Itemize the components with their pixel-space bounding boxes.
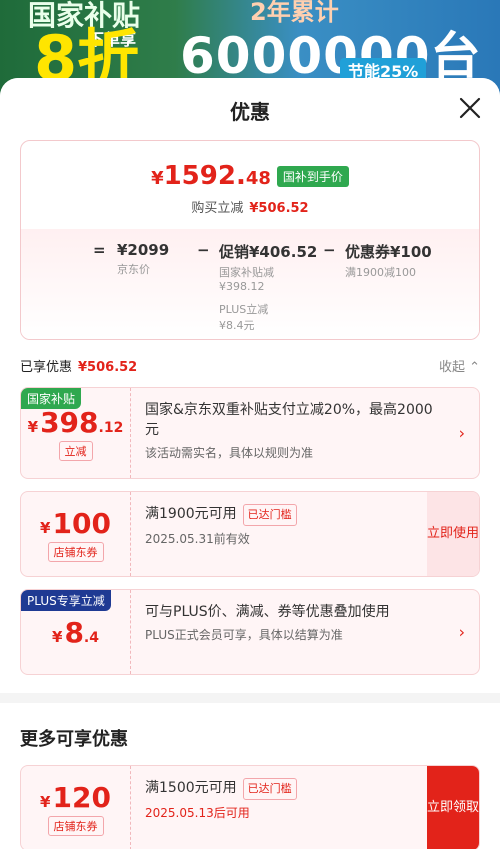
- coupon-type: 店铺东券: [47, 541, 104, 562]
- coupon-cur: ¥: [27, 417, 39, 436]
- coupon-store-100[interactable]: ¥100 店铺东券 满1900元可用 已达门槛 2025.05.31前有效 立即使…: [20, 491, 480, 577]
- promo-sub1: 国家补贴减: [219, 266, 274, 279]
- coupon-value: ¥8.4: [52, 616, 99, 649]
- base-price-col: ¥2099 京东价: [117, 241, 169, 277]
- price-card: ¥1592.48 国补到手价 购买立减 ¥506.52 = ¥2099 京东价 −: [20, 140, 480, 340]
- price-int: 1592.: [163, 161, 246, 191]
- buy-discount-row: 购买立减 ¥506.52: [21, 197, 479, 216]
- minus2-text: −: [323, 241, 336, 259]
- coupon-desc-box: 国家&京东双重补贴支付立减20%，最高2000元 该活动需实名，具体以规则为准 …: [131, 388, 479, 478]
- use-now-label: 立即使用: [427, 526, 480, 541]
- coupon-desc2: 该活动需实名，具体以规则为准: [145, 446, 314, 460]
- coupon-cur: ¥: [52, 627, 63, 646]
- coupon-int: 120: [52, 780, 111, 814]
- coupon-cur: ¥: [40, 792, 51, 811]
- coupon-value-box: ¥100 店铺东券: [21, 492, 131, 576]
- coupon-desc: 可与PLUS价、满减、券等优惠叠加使用: [145, 604, 390, 620]
- coupon-desc: 满1900元可用: [145, 506, 237, 522]
- subsidy-price-tag: 国补到手价: [276, 165, 349, 187]
- coupon-value-box: ¥120 店铺东券: [21, 766, 131, 849]
- collapse-button[interactable]: 收起 ⌃: [439, 356, 480, 375]
- price-dec: 48: [245, 168, 271, 189]
- close-icon[interactable]: [458, 96, 482, 120]
- coupon-validity: 2025.05.31前有效: [145, 532, 250, 546]
- coupon-type: 立减: [58, 440, 93, 461]
- promo-sub2: PLUS立减: [219, 303, 269, 316]
- coupon-type: 店铺东券: [47, 815, 104, 836]
- coupon-int: 100: [52, 506, 111, 540]
- coupon-national-subsidy[interactable]: 国家补贴 ¥398.12 立减 国家&京东双重补贴支付立减20%，最高2000元…: [20, 387, 480, 479]
- discount-sheet: 优惠 ¥1592.48 国补到手价 购买立减 ¥506.52 = ¥2099 京…: [0, 78, 500, 849]
- coupon-dec: .12: [98, 419, 124, 436]
- chevron-up-icon: ⌃: [469, 360, 480, 375]
- coupon-desc: 满1500元可用: [145, 780, 237, 796]
- enjoyed-row: 已享优惠 ¥506.52 收起 ⌃: [20, 356, 480, 375]
- more-discounts-title: 更多可享优惠: [0, 703, 500, 765]
- sheet-header: 优惠: [0, 78, 500, 140]
- collapse-label: 收起: [438, 360, 465, 375]
- coupon-plus[interactable]: PLUS专享立减 ¥8.4 可与PLUS价、满减、券等优惠叠加使用 PLUS正式…: [20, 589, 480, 675]
- minus1-text: −: [197, 241, 210, 259]
- coupon-col: 优惠券¥100 满1900减100: [345, 241, 432, 280]
- eq-sign: =: [93, 241, 106, 259]
- coupon-desc: 国家&京东双重补贴支付立减20%，最高2000元: [145, 402, 433, 438]
- promo-col: 促销¥406.52 国家补贴减 ¥398.12 PLUS立减 ¥8.4元: [219, 241, 317, 333]
- claim-now-button[interactable]: 立即领取: [427, 766, 479, 849]
- chevron-right-icon: ›: [458, 423, 465, 443]
- chevron-right-icon: ›: [458, 622, 465, 642]
- coupon-desc-box: 满1900元可用 已达门槛 2025.05.31前有效: [131, 492, 427, 576]
- final-price: ¥1592.48: [151, 161, 271, 191]
- sheet-title: 优惠: [230, 100, 270, 124]
- coupon-store-120[interactable]: ¥120 店铺东券 满1500元可用 已达门槛 2025.05.13后可用 立即领…: [20, 765, 480, 849]
- base-label: 京东价: [117, 263, 150, 276]
- eq-text: =: [93, 241, 106, 259]
- discount-content: ¥1592.48 国补到手价 购买立减 ¥506.52 = ¥2099 京东价 −: [0, 140, 500, 693]
- coupon-cur: ¥: [40, 518, 51, 537]
- coupon-desc-box: 满1500元可用 已达门槛 2025.05.13后可用: [131, 766, 427, 849]
- price-breakdown: = ¥2099 京东价 − 促销¥406.52 国家补贴减 ¥398.12 PL…: [21, 229, 479, 339]
- minus-sign-2: −: [323, 241, 336, 259]
- coupon-desc2: PLUS正式会员可享，具体以结算为准: [145, 628, 343, 642]
- use-now-button[interactable]: 立即使用: [427, 492, 479, 576]
- buy-label: 购买立减: [191, 201, 244, 216]
- plus-tag: PLUS专享立减: [21, 590, 111, 611]
- reach-threshold-tag: 已达门槛: [242, 778, 297, 800]
- enjoyed-label: 已享优惠: [20, 360, 73, 375]
- enjoyed-amount: ¥506.52: [78, 360, 138, 375]
- currency: ¥: [151, 168, 164, 189]
- promo-sub2-val: ¥8.4元: [219, 319, 255, 332]
- minus-sign-1: −: [197, 241, 210, 259]
- coupon-dec: .4: [83, 629, 99, 646]
- coupon-validity: 2025.05.13后可用: [145, 806, 250, 820]
- national-subsidy-tag: 国家补贴: [21, 388, 82, 409]
- reach-threshold-tag: 已达门槛: [242, 504, 297, 526]
- coupon-desc-box: 可与PLUS价、满减、券等优惠叠加使用 PLUS正式会员可享，具体以结算为准 ›: [131, 590, 479, 674]
- price-summary: ¥1592.48 国补到手价 购买立减 ¥506.52: [21, 141, 479, 229]
- coupon-int: 8: [64, 615, 84, 649]
- promo-sub1-val: ¥398.12: [219, 280, 265, 293]
- buy-amount: ¥506.52: [249, 201, 309, 216]
- coupon-sub: 满1900减100: [345, 266, 416, 279]
- base-price: ¥2099: [117, 241, 170, 259]
- claim-now-label: 立即领取: [427, 800, 480, 815]
- coupon-int: 398: [40, 405, 99, 439]
- promo-amount: 促销¥406.52: [219, 243, 318, 261]
- coupon-value: ¥100: [40, 507, 111, 540]
- coupon-value: ¥120: [40, 781, 111, 814]
- coupon-value: ¥398.12: [28, 406, 124, 439]
- more-discounts-area: ¥120 店铺东券 满1500元可用 已达门槛 2025.05.13后可用 立即领…: [0, 765, 500, 849]
- coupon-amount: 优惠券¥100: [345, 243, 432, 261]
